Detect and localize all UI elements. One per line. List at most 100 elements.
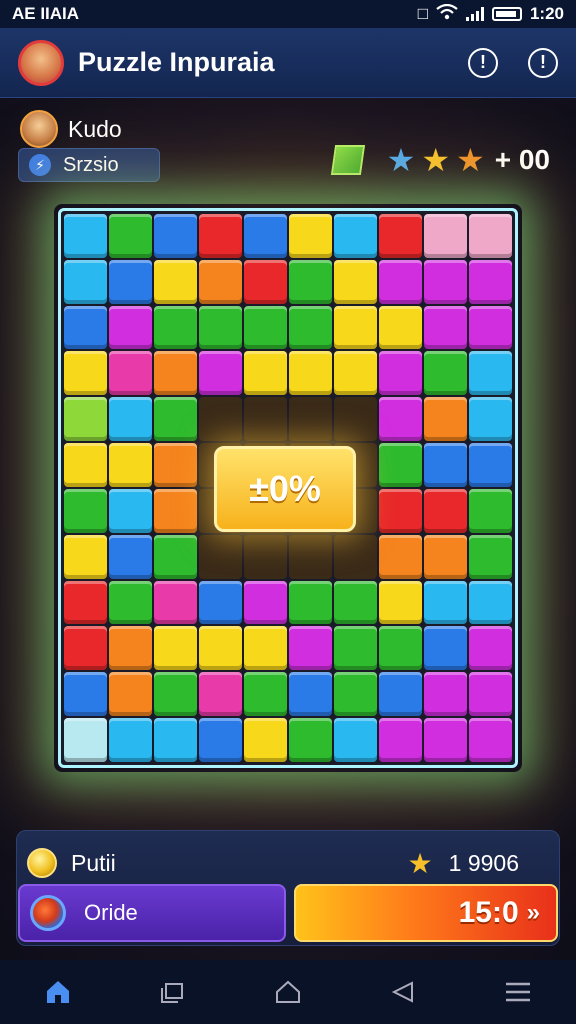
puzzle-piece[interactable] xyxy=(469,488,512,533)
puzzle-piece[interactable] xyxy=(424,305,467,350)
back-icon[interactable] xyxy=(383,972,423,1012)
puzzle-piece[interactable] xyxy=(199,626,242,671)
info-icon-button[interactable]: ! xyxy=(468,47,498,78)
puzzle-piece[interactable] xyxy=(379,488,422,533)
puzzle-piece[interactable] xyxy=(64,443,107,487)
puzzle-piece[interactable] xyxy=(334,305,377,350)
puzzle-piece[interactable] xyxy=(424,488,467,533)
puzzle-piece[interactable] xyxy=(199,305,242,350)
puzzle-piece[interactable] xyxy=(469,626,512,671)
puzzle-piece[interactable] xyxy=(289,580,332,625)
puzzle-piece[interactable] xyxy=(199,259,242,304)
puzzle-piece[interactable] xyxy=(154,397,197,442)
puzzle-piece[interactable] xyxy=(334,626,377,671)
puzzle-piece[interactable] xyxy=(109,259,152,304)
player-avatar[interactable] xyxy=(20,110,58,148)
puzzle-piece[interactable] xyxy=(469,443,512,487)
puzzle-piece[interactable] xyxy=(289,214,332,258)
puzzle-piece[interactable] xyxy=(424,580,467,625)
puzzle-piece[interactable] xyxy=(109,397,152,442)
puzzle-piece[interactable] xyxy=(109,534,152,579)
puzzle-piece[interactable] xyxy=(289,626,332,671)
puzzle-piece[interactable] xyxy=(154,580,197,625)
puzzle-piece[interactable] xyxy=(244,305,287,350)
puzzle-piece[interactable] xyxy=(154,259,197,304)
puzzle-piece[interactable] xyxy=(424,534,467,579)
puzzle-piece[interactable] xyxy=(109,214,152,258)
puzzle-piece[interactable] xyxy=(154,305,197,350)
puzzle-piece[interactable] xyxy=(154,488,197,533)
puzzle-piece[interactable] xyxy=(199,718,242,762)
puzzle-piece[interactable] xyxy=(424,718,467,762)
puzzle-piece[interactable] xyxy=(199,214,242,258)
center-badge[interactable]: ±0% xyxy=(214,446,356,532)
puzzle-piece[interactable] xyxy=(424,443,467,487)
puzzle-piece[interactable] xyxy=(64,626,107,671)
puzzle-piece[interactable] xyxy=(109,626,152,671)
puzzle-piece[interactable] xyxy=(379,672,422,717)
home-outline-icon[interactable] xyxy=(268,972,308,1012)
puzzle-piece[interactable] xyxy=(289,718,332,762)
puzzle-piece[interactable] xyxy=(379,397,422,442)
puzzle-piece[interactable] xyxy=(379,718,422,762)
puzzle-piece[interactable] xyxy=(154,626,197,671)
puzzle-piece[interactable] xyxy=(334,214,377,258)
puzzle-piece[interactable] xyxy=(109,443,152,487)
puzzle-piece[interactable] xyxy=(379,259,422,304)
puzzle-piece[interactable] xyxy=(109,351,152,396)
puzzle-piece[interactable] xyxy=(244,718,287,762)
puzzle-piece[interactable] xyxy=(64,718,107,762)
puzzle-piece[interactable] xyxy=(244,259,287,304)
puzzle-piece[interactable] xyxy=(424,397,467,442)
puzzle-piece[interactable] xyxy=(334,351,377,396)
puzzle-piece[interactable] xyxy=(289,305,332,350)
app-avatar[interactable] xyxy=(18,39,64,86)
puzzle-piece[interactable] xyxy=(64,488,107,533)
puzzle-piece[interactable] xyxy=(199,351,242,396)
puzzle-piece[interactable] xyxy=(379,534,422,579)
puzzle-piece[interactable] xyxy=(379,214,422,258)
play-button[interactable]: 15:0 » xyxy=(294,884,558,942)
recent-apps-icon[interactable] xyxy=(153,972,193,1012)
puzzle-piece[interactable] xyxy=(244,672,287,717)
puzzle-piece[interactable] xyxy=(244,580,287,625)
puzzle-piece[interactable] xyxy=(109,305,152,350)
puzzle-piece[interactable] xyxy=(109,672,152,717)
puzzle-piece[interactable] xyxy=(379,443,422,487)
puzzle-piece[interactable] xyxy=(469,718,512,762)
puzzle-piece[interactable] xyxy=(379,580,422,625)
puzzle-piece[interactable] xyxy=(64,351,107,396)
puzzle-piece[interactable] xyxy=(154,351,197,396)
puzzle-piece[interactable] xyxy=(109,580,152,625)
puzzle-piece[interactable] xyxy=(469,305,512,350)
puzzle-piece[interactable] xyxy=(424,351,467,396)
puzzle-piece[interactable] xyxy=(64,397,107,442)
menu-icon[interactable] xyxy=(498,972,538,1012)
alert-icon-button[interactable]: ! xyxy=(528,47,558,78)
puzzle-piece[interactable] xyxy=(469,397,512,442)
puzzle-piece[interactable] xyxy=(154,718,197,762)
puzzle-piece[interactable] xyxy=(424,626,467,671)
puzzle-piece[interactable] xyxy=(64,259,107,304)
puzzle-piece[interactable] xyxy=(424,214,467,258)
puzzle-piece[interactable] xyxy=(469,580,512,625)
puzzle-piece[interactable] xyxy=(64,580,107,625)
puzzle-piece[interactable] xyxy=(154,214,197,258)
puzzle-piece[interactable] xyxy=(289,672,332,717)
puzzle-piece[interactable] xyxy=(379,626,422,671)
puzzle-piece[interactable] xyxy=(64,672,107,717)
puzzle-piece[interactable] xyxy=(469,534,512,579)
puzzle-piece[interactable] xyxy=(469,214,512,258)
puzzle-piece[interactable] xyxy=(379,305,422,350)
score-chip[interactable]: ⚡ Srzsio xyxy=(18,148,160,182)
puzzle-piece[interactable] xyxy=(424,672,467,717)
puzzle-piece[interactable] xyxy=(154,443,197,487)
home-icon[interactable] xyxy=(38,972,78,1012)
puzzle-piece[interactable] xyxy=(199,672,242,717)
puzzle-piece[interactable] xyxy=(334,580,377,625)
puzzle-piece[interactable] xyxy=(244,214,287,258)
puzzle-piece[interactable] xyxy=(244,351,287,396)
puzzle-piece[interactable] xyxy=(154,672,197,717)
puzzle-piece[interactable] xyxy=(64,214,107,258)
puzzle-piece[interactable] xyxy=(64,534,107,579)
